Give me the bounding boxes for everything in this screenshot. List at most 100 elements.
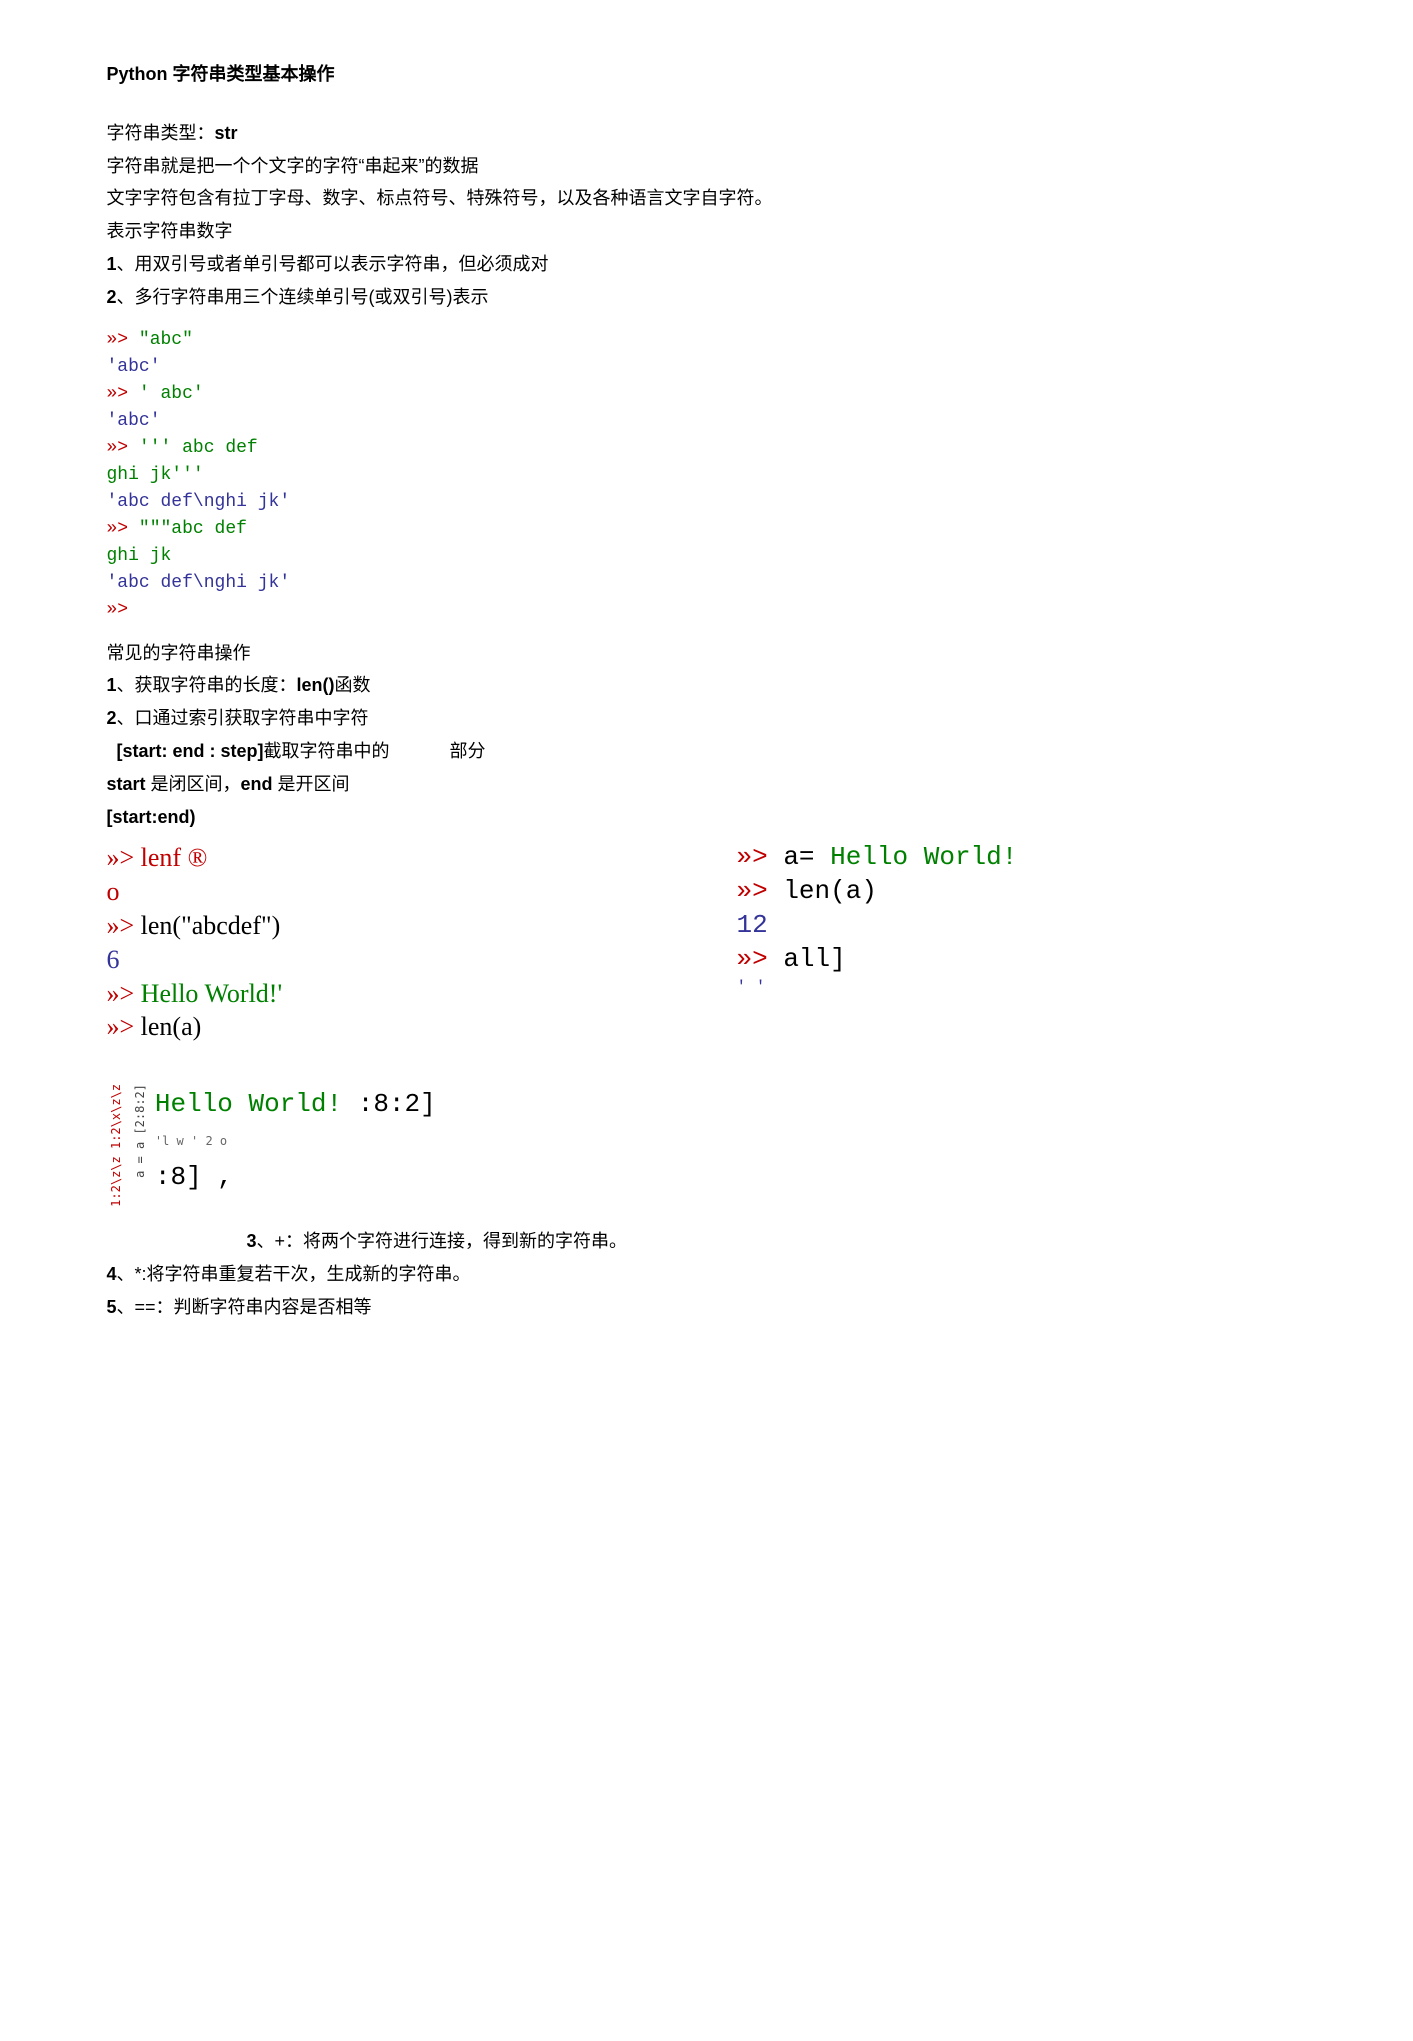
prompt: »> xyxy=(107,979,141,1008)
num: 3 xyxy=(247,1231,257,1251)
code-line: :8] , xyxy=(155,1157,436,1199)
code-line: »> all] xyxy=(737,943,1307,977)
operations-section: 常见的字符串操作 1、获取字符串的长度：len()函数 2、口通过索引获取字符串… xyxy=(107,639,1307,832)
text: 字符串类型： xyxy=(107,123,215,143)
code-line: »> ''' abc def xyxy=(107,435,1307,462)
small-text: 'l w ' 2 o xyxy=(155,1132,436,1151)
string: ''' abc def xyxy=(139,438,258,458)
code-line: »> len("abcdef") xyxy=(107,909,677,943)
code-line: 'abc' xyxy=(107,354,1307,381)
code-line: Hello World! :8:2] xyxy=(155,1084,436,1126)
code-line: »> """abc def xyxy=(107,516,1307,543)
text: 、*:将字符串重复若干次，生成新的字符串。 xyxy=(117,1264,471,1284)
range-final: [start:end) xyxy=(107,803,1307,832)
bold: end xyxy=(241,774,273,794)
text: 截取字符串中的 xyxy=(264,741,390,761)
text: 、==：判断字符串内容是否相等 xyxy=(117,1297,372,1317)
prompt: »> xyxy=(737,944,784,974)
text: len(a) xyxy=(783,876,877,906)
code-line: ' ' xyxy=(737,977,1307,998)
range-line: start 是闭区间，end 是开区间 xyxy=(107,770,1307,799)
text: 是开区间 xyxy=(273,774,350,794)
text: :8:2] xyxy=(342,1089,436,1119)
page-title: Python 字符串类型基本操作 xyxy=(107,60,1307,89)
prompt: »> xyxy=(107,911,141,940)
code-line: »> lenf ® xyxy=(107,841,677,875)
prompt: »> xyxy=(107,438,139,458)
num: 1 xyxy=(107,675,117,695)
code-line: »> len(a) xyxy=(737,875,1307,909)
right-column: »> a= Hello World! »> len(a) 12 »> all] … xyxy=(737,841,1307,1044)
prompt: »> xyxy=(737,876,784,906)
string: Hello World! xyxy=(830,842,1017,872)
string: ' abc' xyxy=(139,384,204,404)
num: 2 xyxy=(107,708,117,728)
text: 函数 xyxy=(335,675,371,695)
code-line: 'abc def\nghi jk' xyxy=(107,489,1307,516)
code-line: »> xyxy=(107,597,1307,624)
two-column-code: »> lenf ® o »> len("abcdef") 6 »> Hello … xyxy=(107,841,1307,1044)
item5: 5、==：判断字符串内容是否相等 xyxy=(107,1293,1307,1322)
code-line: 'abc def\nghi jk' xyxy=(107,570,1307,597)
left-column: »> lenf ® o »> len("abcdef") 6 »> Hello … xyxy=(107,841,677,1044)
bold-text: str xyxy=(215,123,238,143)
bold: start xyxy=(107,774,146,794)
bottom-list: 3、+：将两个字符进行连接，得到新的字符串。 4、*:将字符串重复若干次，生成新… xyxy=(107,1227,1307,1321)
code-line: o xyxy=(107,875,677,909)
code-line: »> Hello World!' xyxy=(107,977,677,1011)
ops-item2: 2、口通过索引获取字符串中字符 xyxy=(107,704,1307,733)
intro-line2: 字符串就是把一个个文字的字符“串起来”的数据 xyxy=(107,152,1307,181)
prompt: »> xyxy=(737,842,784,872)
rule2: 2、多行字符串用三个连续单引号(或双引号)表示 xyxy=(107,283,1307,312)
intro-line1: 字符串类型：str xyxy=(107,119,1307,148)
text: 、+：将两个字符进行连接，得到新的字符串。 xyxy=(257,1231,628,1251)
code-line: »> ' abc' xyxy=(107,381,1307,408)
code-line: 12 xyxy=(737,909,1307,943)
code-line: »> len(a) xyxy=(107,1010,677,1044)
code-line: »> "abc" xyxy=(107,327,1307,354)
code-line: ghi jk''' xyxy=(107,462,1307,489)
text: 是闭区间， xyxy=(146,774,241,794)
code-line: 'abc' xyxy=(107,408,1307,435)
stack-text: a = a [2:8:2] xyxy=(134,1084,147,1178)
text: 、用双引号或者单引号都可以表示字符串，但必须成对 xyxy=(117,254,549,274)
text: all] xyxy=(783,944,845,974)
prompt: »> xyxy=(107,519,139,539)
intro-section: 字符串类型：str 字符串就是把一个个文字的字符“串起来”的数据 文字字符包含有… xyxy=(107,119,1307,312)
item3: 3、+：将两个字符进行连接，得到新的字符串。 xyxy=(247,1227,1307,1256)
code-block-1: »> "abc" 'abc' »> ' abc' 'abc' »> ''' ab… xyxy=(107,327,1307,624)
text: 、口通过索引获取字符串中字符 xyxy=(117,708,369,728)
section-3: 1:2\z\z 1:2\x\z\z a = a [2:8:2] Hello Wo… xyxy=(107,1084,1307,1321)
bold: [start: end : step] xyxy=(117,741,264,761)
string: "abc" xyxy=(139,330,193,350)
rotated-text: 1:2\z\z 1:2\x\z\z xyxy=(107,1084,126,1207)
intro-line4: 表示字符串数字 xyxy=(107,217,1307,246)
text: 、获取字符串的长度： xyxy=(117,675,297,695)
intro-line3: 文字字符包含有拉丁字母、数字、标点符号、特殊符号，以及各种语言文字自字符。 xyxy=(107,184,1307,213)
bold: len() xyxy=(297,675,335,695)
text: 、多行字符串用三个连续单引号(或双引号)表示 xyxy=(117,287,489,307)
item4: 4、*:将字符串重复若干次，生成新的字符串。 xyxy=(107,1260,1307,1289)
text: a= xyxy=(783,842,830,872)
num: 4 xyxy=(107,1264,117,1284)
text: 部分 xyxy=(450,737,486,766)
string: """abc def xyxy=(139,519,247,539)
ops-item1: 1、获取字符串的长度：len()函数 xyxy=(107,671,1307,700)
prompt: »> xyxy=(107,330,139,350)
code-line: 6 xyxy=(107,943,677,977)
title-text: Python 字符串类型基本操作 xyxy=(107,64,335,84)
text: Hello World!' xyxy=(141,979,282,1008)
text: len(a) xyxy=(141,1012,202,1041)
text: len("abcdef") xyxy=(141,911,281,940)
string: Hello World! xyxy=(155,1089,342,1119)
num: 5 xyxy=(107,1297,117,1317)
ops-heading: 常见的字符串操作 xyxy=(107,639,1307,668)
code-line: ghi jk xyxy=(107,543,1307,570)
prompt: »> xyxy=(107,384,139,404)
num: 2 xyxy=(107,287,117,307)
num: 1 xyxy=(107,254,117,274)
slice-line: [start: end : step]截取字符串中的 部分 xyxy=(107,737,1307,766)
rule1: 1、用双引号或者单引号都可以表示字符串，但必须成对 xyxy=(107,250,1307,279)
code-line: »> a= Hello World! xyxy=(737,841,1307,875)
prompt: »> xyxy=(107,1012,141,1041)
